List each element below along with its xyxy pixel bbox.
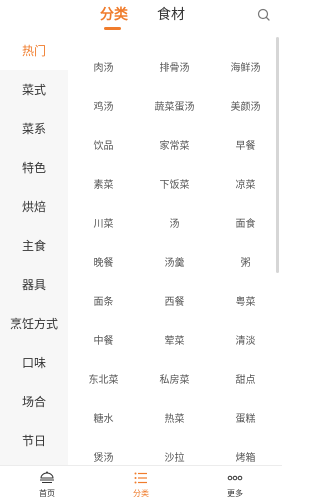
grid-item[interactable]: 荤菜 [139, 322, 210, 361]
sidebar-item-label: 主食 [21, 239, 46, 253]
sidebar-item-label: 场合 [21, 395, 46, 409]
sidebar-item-label: 器具 [21, 278, 46, 292]
grid-item[interactable]: 饮品 [68, 127, 139, 166]
grid-item[interactable]: 家常菜 [139, 127, 210, 166]
tab-active-indicator [104, 27, 121, 30]
sidebar-item-label: 口味 [21, 356, 46, 370]
more-icon [227, 470, 243, 484]
bottom-navigation: 首页 分类 更多 [0, 465, 282, 500]
grid-item[interactable]: 肉汤 [68, 49, 139, 88]
search-icon[interactable] [256, 7, 272, 23]
sidebar-item-festival[interactable]: 节日 [0, 422, 68, 460]
grid-item[interactable]: 私房菜 [139, 361, 210, 400]
grid-item[interactable]: 粤菜 [210, 283, 281, 322]
more-icon-graphic [227, 475, 243, 481]
grid-item[interactable]: 西餐 [139, 283, 210, 322]
grid-item[interactable]: 东北菜 [68, 361, 139, 400]
sidebar-item-label: 节日 [21, 434, 46, 448]
category-grid: 肉汤 排骨汤 海鲜汤 鸡汤 蔬菜蛋汤 美颜汤 饮品 家常菜 早餐 素菜 下饭菜 … [68, 32, 282, 465]
grid-item[interactable]: 糖水 [68, 400, 139, 439]
grid-item[interactable]: 煲汤 [68, 439, 139, 465]
grid-item[interactable]: 粥 [210, 244, 281, 283]
sidebar-item-label: 菜系 [21, 122, 46, 136]
grid-item[interactable]: 烤箱 [210, 439, 281, 465]
grid-item[interactable]: 面条 [68, 283, 139, 322]
grid-item[interactable]: 汤羹 [139, 244, 210, 283]
grid-item[interactable]: 素菜 [68, 166, 139, 205]
grid-item[interactable]: 清淡 [210, 322, 281, 361]
grid-item[interactable]: 沙拉 [139, 439, 210, 465]
home-icon-graphic [40, 471, 54, 483]
sidebar-item-label: 烘焙 [21, 200, 46, 214]
sidebar-item-label: 热门 [21, 44, 46, 58]
sidebar-item-utensils[interactable]: 器具 [0, 266, 68, 304]
category-sidebar: 热门 菜式 菜系 特色 烘焙 主食 器具 烹饪方式 口味 场合 节日 [0, 32, 68, 465]
sidebar-item-cooking-method[interactable]: 烹饪方式 [0, 305, 68, 343]
top-header: 分类 食材 [0, 0, 282, 32]
nav-category-label: 分类 [133, 489, 149, 498]
grid-item[interactable]: 晚餐 [68, 244, 139, 283]
sidebar-item-dishes[interactable]: 菜式 [0, 71, 68, 109]
sidebar-item-staple[interactable]: 主食 [0, 227, 68, 265]
grid-item[interactable]: 甜点 [210, 361, 281, 400]
grid-item[interactable]: 早餐 [210, 127, 281, 166]
grid-item[interactable]: 中餐 [68, 322, 139, 361]
list-icon-graphic [134, 472, 147, 484]
sidebar-item-label: 菜式 [21, 83, 46, 97]
grid-item[interactable]: 美颜汤 [210, 88, 281, 127]
grid-item[interactable]: 川菜 [68, 205, 139, 244]
nav-more[interactable]: 更多 [188, 466, 282, 500]
sidebar-item-hot[interactable]: 热门 [0, 32, 68, 70]
sidebar-item-label: 特色 [21, 161, 46, 175]
nav-category[interactable]: 分类 [94, 466, 188, 500]
sidebar-item-label: 烹饪方式 [9, 317, 58, 331]
grid-item[interactable]: 海鲜汤 [210, 49, 281, 88]
list-icon [133, 470, 149, 484]
grid-item[interactable]: 蔬菜蛋汤 [139, 88, 210, 127]
grid-item[interactable]: 热菜 [139, 400, 210, 439]
tab-ingredients[interactable]: 食材 [157, 6, 185, 24]
sidebar-item-cuisines[interactable]: 菜系 [0, 110, 68, 148]
nav-home-label: 首页 [39, 489, 55, 498]
nav-home[interactable]: 首页 [0, 466, 94, 500]
grid-item[interactable]: 下饭菜 [139, 166, 210, 205]
grid-item[interactable]: 汤 [139, 205, 210, 244]
grid-item[interactable]: 蛋糕 [210, 400, 281, 439]
grid-item[interactable]: 凉菜 [210, 166, 281, 205]
home-icon [39, 470, 55, 484]
grid-item[interactable]: 面食 [210, 205, 281, 244]
content-scrollbar[interactable] [276, 37, 279, 273]
nav-more-label: 更多 [227, 489, 243, 498]
sidebar-item-specialty[interactable]: 特色 [0, 149, 68, 187]
sidebar-item-flavor[interactable]: 口味 [0, 344, 68, 382]
tab-category[interactable]: 分类 [100, 6, 128, 24]
sidebar-item-baking[interactable]: 烘焙 [0, 188, 68, 226]
grid-item[interactable]: 鸡汤 [68, 88, 139, 127]
grid-item[interactable]: 排骨汤 [139, 49, 210, 88]
search-icon-graphic [257, 8, 270, 21]
sidebar-item-occasion[interactable]: 场合 [0, 383, 68, 421]
